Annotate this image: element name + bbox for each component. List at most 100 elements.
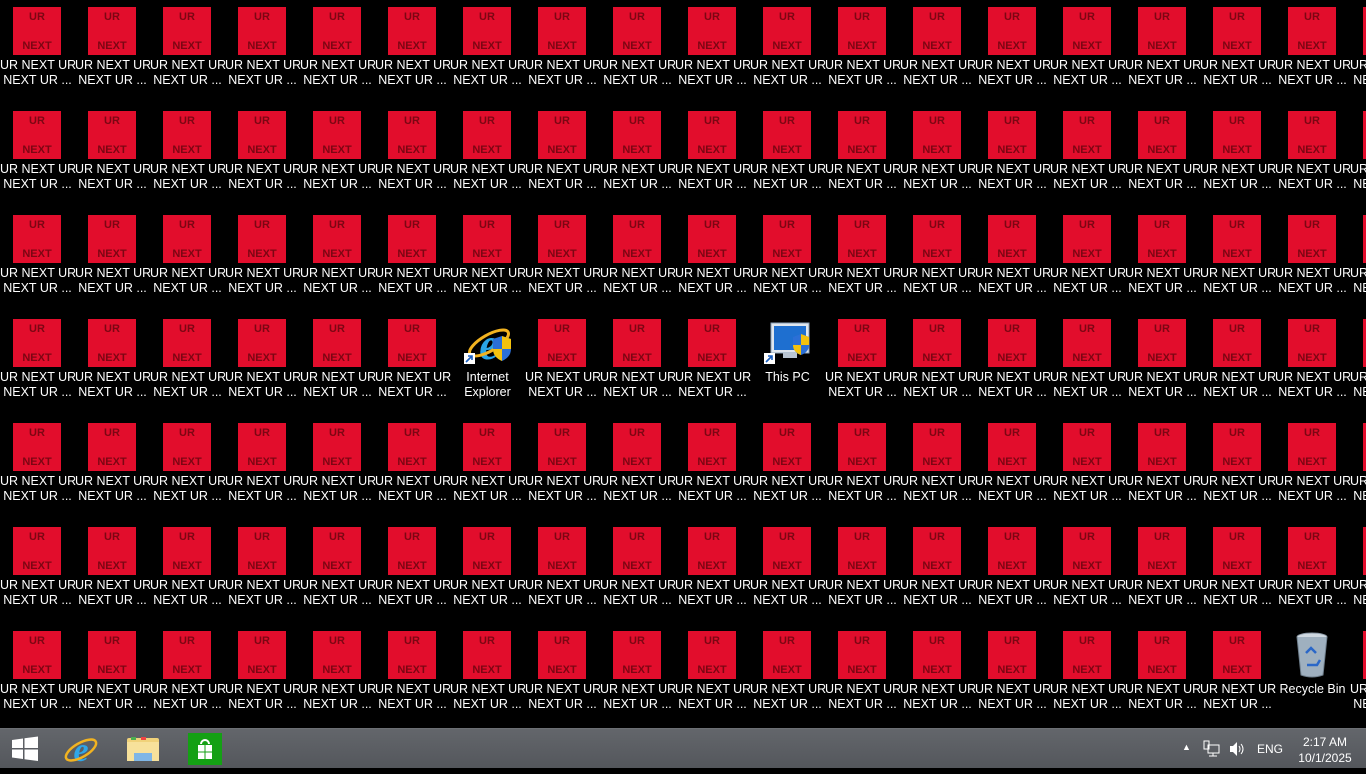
desktop-icon-ur-next[interactable]: URNEXTUR NEXT URNEXT UR ... (450, 7, 526, 107)
desktop-icon-ur-next[interactable]: URNEXTUR NEXT URNEXT UR ... (1200, 527, 1276, 627)
desktop-icon-ur-next[interactable]: URNEXTUR NEXT URNEXT UR ... (225, 423, 301, 523)
desktop-icon-ur-next[interactable]: URNEXTUR NEXT URNEXT UR ... (975, 215, 1051, 315)
desktop-icon-ur-next[interactable]: URNEXTUR NEXT URNEXT UR ... (975, 423, 1051, 523)
show-hidden-icons-chevron[interactable]: ▲ (1182, 742, 1191, 752)
desktop-icon-ur-next[interactable]: URNEXTUR NEXT URNEXT UR ... (75, 111, 151, 211)
desktop-icon-ur-next[interactable]: URNEXTUR NEXT URNEXT UR ... (900, 215, 976, 315)
desktop-icon-ur-next[interactable]: URNEXTUR NEXT URNEXT UR ... (0, 7, 76, 107)
desktop-icon-ur-next[interactable]: URNEXTUR NEXT URNEXT UR ... (225, 215, 301, 315)
start-button[interactable] (0, 729, 50, 769)
desktop-icon-ur-next[interactable]: URNEXTUR NEXT URNEXT UR ... (150, 111, 226, 211)
desktop-icon-ur-next[interactable]: URNEXTUR NEXT URNEXT UR ... (0, 215, 76, 315)
volume-icon[interactable] (1228, 740, 1246, 761)
desktop-icon-ur-next[interactable]: URNEXTUR NEXT URNEXT UR ... (1050, 215, 1126, 315)
desktop-icon-ur-next[interactable]: URNEXTUR NEXT URNEXT UR ... (0, 423, 76, 523)
desktop-icon-ur-next[interactable]: URNEXTUR NEXT URNEXT UR ... (975, 111, 1051, 211)
desktop-icon-ur-next[interactable]: URNEXTUR NEXT URNEXT UR ... (525, 423, 601, 523)
desktop-icon-ur-next[interactable]: URNEXTUR NEXT URNEXT UR ... (825, 319, 901, 419)
desktop-icon-ur-next[interactable]: URNEXTUR NEXT URNEXT UR ... (900, 319, 976, 419)
desktop-icon-ur-next[interactable]: URNEXTUR NEXT URNEXT UR ... (300, 319, 376, 419)
desktop-icon-ur-next[interactable]: URNEXTUR NEXT URNEXT UR ... (0, 319, 76, 419)
desktop-icon-ur-next[interactable]: URNEXTUR NEXT URNEXT UR ... (1050, 319, 1126, 419)
desktop-icon-ur-next[interactable]: URNEXTUR NEXT URNEXT UR ... (450, 423, 526, 523)
desktop-icon-ur-next[interactable]: URNEXTUR NEXT URNEXT UR ... (1050, 7, 1126, 107)
desktop-icon-ur-next[interactable]: URNEXTUR NEXT URNEXT UR ... (1275, 319, 1351, 419)
desktop-icon-ur-next[interactable]: URNEXTUR NEXT URNEXT UR ... (1050, 111, 1126, 211)
desktop-icon-ur-next[interactable]: URNEXTUR NEXT URNEXT UR ... (150, 7, 226, 107)
desktop-icon-ur-next[interactable]: URNEXTUR NEXT URNEXT UR ... (375, 7, 451, 107)
desktop-icon-ur-next[interactable]: URNEXTUR NEXT URNEXT UR ... (675, 7, 751, 107)
desktop-icon-ur-next[interactable]: URNEXTUR NEXT URNEXT UR ... (675, 111, 751, 211)
language-indicator[interactable]: ENG (1257, 742, 1283, 756)
desktop-icon-ur-next[interactable]: URNEXTUR NEXT URNEXT UR ... (1125, 423, 1201, 523)
desktop-icon-ur-next[interactable]: URNEXTUR NEXT URNEXT UR ... (975, 527, 1051, 627)
desktop-icon-ur-next[interactable]: URNEXTUR NEXT URNEXT UR ... (525, 7, 601, 107)
desktop-icon-ur-next[interactable]: URNEXTUR NEXT URNEXT UR ... (600, 215, 676, 315)
desktop-icon-ur-next[interactable]: URNEXTUR NEXT URNEXT UR ... (150, 631, 226, 728)
desktop-icon-ur-next[interactable]: URNEXTUR NEXT URNEXT UR ... (975, 631, 1051, 728)
desktop-icon-ur-next[interactable]: URNEXTUR NEXT URNEXT UR ... (225, 319, 301, 419)
desktop-icon-ur-next[interactable]: URNEXTUR NEXT URNEXT UR ... (525, 111, 601, 211)
desktop-icon-ur-next[interactable]: URNEXTUR NEXT URNEXT UR ... (675, 215, 751, 315)
desktop-icon-ur-next[interactable]: URNEXTUR NEXT URNEXT UR ... (300, 423, 376, 523)
desktop-icon-ur-next[interactable]: URNEXTUR NEXT URNEXT UR ... (600, 527, 676, 627)
desktop-icon-ur-next[interactable]: URNEXTUR NEXT URNEXT UR ... (1200, 631, 1276, 728)
desktop-icon-ur-next[interactable]: URNEXTUR NEXT URNEXT UR ... (825, 423, 901, 523)
desktop-icon-ur-next[interactable]: URNEXTUR NEXT URNEXT UR ... (600, 111, 676, 211)
desktop-icon-ur-next[interactable]: URNEXTUR NEXT URNEXT UR ... (75, 215, 151, 315)
desktop-icon-ur-next[interactable]: URNEXTUR NEXT URNEXT UR ... (300, 215, 376, 315)
desktop-icon-ur-next[interactable]: URNEXTUR NEXT URNEXT UR ... (1125, 319, 1201, 419)
desktop-icon-ur-next[interactable]: URNEXTUR NEXT URNEXT UR ... (375, 111, 451, 211)
desktop-icon-ur-next[interactable]: URNEXTUR NEXT URNEXT UR ... (450, 631, 526, 728)
desktop-icon-ur-next[interactable]: URNEXTUR NEXT URNEXT UR ... (1125, 111, 1201, 211)
desktop-icon-ur-next[interactable]: URNEXTUR NEXT URNEXT UR ... (0, 631, 76, 728)
desktop-icon-ur-next[interactable]: URNEXTUR NEXT URNEXT UR ... (375, 319, 451, 419)
desktop-icon-ur-next[interactable]: URNEXTUR NEXT URNEXT UR ... (525, 527, 601, 627)
desktop-icon-ur-next[interactable]: URNEXTUR NEXT URNEXT UR ... (675, 631, 751, 728)
desktop-icon-ur-next[interactable]: URNEXTUR NEXT URNEXT UR ... (375, 631, 451, 728)
desktop-icon-ur-next[interactable]: URNEXTUR NEXT URNEXT UR ... (1125, 631, 1201, 728)
desktop-icon-ur-next[interactable]: URNEXTUR NEXT URNEXT UR ... (675, 319, 751, 419)
desktop-icon-ur-next[interactable]: URNEXTUR NEXT URNEXT UR ... (825, 527, 901, 627)
desktop-icon-ur-next[interactable]: URNEXTUR NEXT URNEXT UR ... (150, 527, 226, 627)
desktop-icon-this-pc[interactable]: This PC (750, 319, 825, 419)
desktop-icon-ur-next[interactable]: URNEXTUR NEXT URNEXT UR ... (675, 527, 751, 627)
desktop-icon-internet-explorer[interactable]: e Internet Explorer (450, 319, 525, 419)
desktop-icon-ur-next[interactable]: URNEXTUR NEXT URNEXT UR ... (150, 319, 226, 419)
desktop-icon-ur-next[interactable]: URNEXTUR NEXT URNEXT UR ... (75, 631, 151, 728)
desktop-icon-ur-next[interactable]: URNEXTUR NEXT URNEXT UR ... (75, 319, 151, 419)
taskbar-internet-explorer[interactable]: e (58, 729, 104, 769)
desktop-icon-ur-next[interactable]: URNEXTUR NEXT URNEXT UR ... (750, 215, 826, 315)
desktop-icon-ur-next[interactable]: URNEXTUR NEXT URNEXT UR ... (900, 631, 976, 728)
desktop-icon-ur-next[interactable]: URNEXTUR NEXT URNEXT UR ... (450, 527, 526, 627)
desktop-icon-ur-next[interactable]: URNEXTUR NEXT URNEXT UR ... (1125, 215, 1201, 315)
desktop-icon-ur-next[interactable]: URNEXTUR NEXT URNEXT UR ... (750, 7, 826, 107)
desktop-icon-ur-next[interactable]: URNEXTUR NEXT URNEXT UR ... (300, 7, 376, 107)
desktop-icon-ur-next[interactable]: URNEXTUR NEXT URNEXT UR ... (525, 215, 601, 315)
desktop-icon-ur-next[interactable]: URNEXTUR NEXT URNEXT UR ... (825, 111, 901, 211)
desktop-icon-ur-next[interactable]: URNEXTUR NEXT URNEXT UR ... (1350, 7, 1366, 107)
desktop-icon-ur-next[interactable]: URNEXTUR NEXT URNEXT UR ... (1275, 111, 1351, 211)
desktop-icon-ur-next[interactable]: URNEXTUR NEXT URNEXT UR ... (450, 215, 526, 315)
desktop-icon-ur-next[interactable]: URNEXTUR NEXT URNEXT UR ... (825, 631, 901, 728)
desktop-icon-ur-next[interactable]: URNEXTUR NEXT URNEXT UR ... (600, 7, 676, 107)
desktop-icon-ur-next[interactable]: URNEXTUR NEXT URNEXT UR ... (1275, 7, 1351, 107)
desktop-icon-ur-next[interactable]: URNEXTUR NEXT URNEXT UR ... (825, 215, 901, 315)
desktop-icon-ur-next[interactable]: URNEXTUR NEXT URNEXT UR ... (1275, 423, 1351, 523)
desktop-icon-ur-next[interactable]: URNEXTUR NEXT URNEXT UR ... (300, 631, 376, 728)
desktop-icon-ur-next[interactable]: URNEXTUR NEXT URNEXT UR ... (525, 319, 601, 419)
desktop-icon-ur-next[interactable]: URNEXTUR NEXT URNEXT UR ... (300, 111, 376, 211)
desktop-icon-ur-next[interactable]: URNEXTUR NEXT URNEXT UR ... (1200, 111, 1276, 211)
desktop-icon-ur-next[interactable]: URNEXTUR NEXT URNEXT UR ... (675, 423, 751, 523)
desktop-icon-ur-next[interactable]: URNEXTUR NEXT URNEXT UR ... (1200, 319, 1276, 419)
desktop-icon-ur-next[interactable]: URNEXTUR NEXT URNEXT UR ... (1050, 423, 1126, 523)
desktop-icon-ur-next[interactable]: URNEXTUR NEXT URNEXT UR ... (150, 423, 226, 523)
desktop-icon-ur-next[interactable]: URNEXTUR NEXT URNEXT UR ... (750, 423, 826, 523)
desktop-icon-ur-next[interactable]: URNEXTUR NEXT URNEXT UR ... (600, 631, 676, 728)
desktop-icon-ur-next[interactable]: URNEXTUR NEXT URNEXT UR ... (225, 111, 301, 211)
desktop-icon-ur-next[interactable]: URNEXTUR NEXT URNEXT UR ... (825, 7, 901, 107)
desktop-icon-ur-next[interactable]: URNEXTUR NEXT URNEXT UR ... (975, 319, 1051, 419)
desktop-icon-ur-next[interactable]: URNEXTUR NEXT URNEXT UR ... (900, 423, 976, 523)
desktop-icon-ur-next[interactable]: URNEXTUR NEXT URNEXT UR ... (0, 111, 76, 211)
desktop-icon-ur-next[interactable]: URNEXTUR NEXT URNEXT UR ... (1200, 215, 1276, 315)
